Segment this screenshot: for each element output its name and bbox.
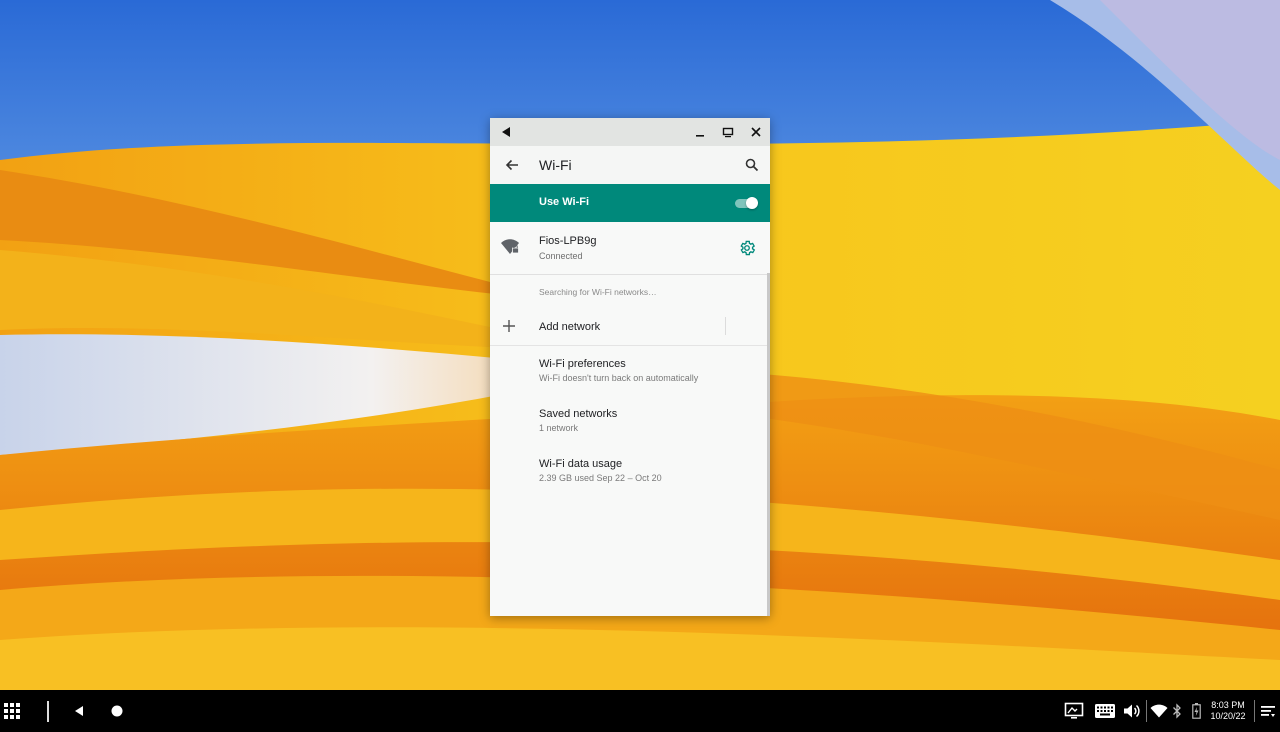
- clock[interactable]: 8:03 PM 10/20/22: [1203, 700, 1253, 722]
- app-bar: Wi-Fi: [490, 146, 770, 184]
- back-triangle-icon: [75, 706, 83, 716]
- search-icon: [745, 158, 759, 172]
- minimize-icon: [696, 135, 704, 137]
- close-icon: [751, 127, 761, 137]
- clock-time: 8:03 PM: [1211, 700, 1245, 710]
- scrollbar[interactable]: [767, 273, 770, 616]
- keyboard-icon: [1095, 704, 1115, 718]
- tray-separator: [1146, 700, 1147, 722]
- add-network-divider: [725, 317, 726, 335]
- pref-title: Saved networks: [539, 408, 618, 420]
- clock-date: 10/20/22: [1210, 711, 1246, 721]
- wifi-icon: [1150, 704, 1168, 718]
- notifications-button[interactable]: [1259, 702, 1277, 720]
- screen-icon: [1064, 702, 1084, 719]
- toggle-thumb: [746, 197, 758, 209]
- maximize-icon: [722, 127, 734, 138]
- use-wifi-switch-bar[interactable]: Use Wi-Fi: [490, 184, 770, 222]
- connected-network-item[interactable]: Fios-LPB9g Connected: [490, 222, 770, 275]
- pref-title: Wi-Fi data usage: [539, 458, 623, 470]
- wifi-list: Fios-LPB9g Connected Searching for Wi-Fi…: [490, 222, 770, 496]
- window-close-button[interactable]: [742, 118, 770, 146]
- taskbar-separator: [47, 701, 49, 722]
- volume-icon: [1124, 704, 1140, 718]
- plus-icon: [503, 320, 515, 332]
- wifi-status-button[interactable]: [1150, 701, 1168, 721]
- page-title: Wi-Fi: [539, 157, 572, 173]
- pref-title: Wi-Fi preferences: [539, 358, 626, 370]
- wifi-toggle[interactable]: [735, 196, 758, 210]
- add-network-item[interactable]: Add network: [490, 309, 770, 346]
- keyboard-button[interactable]: [1093, 701, 1117, 721]
- network-status: Connected: [539, 251, 583, 261]
- pref-subtitle: 2.39 GB used Sep 22 – Oct 20: [539, 473, 662, 483]
- wifi-lock-icon: [501, 239, 519, 254]
- battery-icon: [1191, 703, 1201, 719]
- arrow-left-icon: [505, 159, 518, 171]
- add-network-label: Add network: [539, 321, 601, 333]
- bluetooth-button[interactable]: [1171, 701, 1183, 721]
- volume-button[interactable]: [1122, 701, 1142, 721]
- window-back-button[interactable]: [492, 118, 520, 146]
- battery-button[interactable]: [1190, 701, 1202, 721]
- navigate-up-button[interactable]: [500, 153, 524, 177]
- nav-back-button[interactable]: [70, 702, 88, 720]
- search-button[interactable]: [740, 153, 764, 177]
- nav-home-button[interactable]: [108, 702, 126, 720]
- pref-subtitle: Wi-Fi doesn't turn back on automatically: [539, 373, 699, 383]
- gear-icon[interactable]: [738, 239, 756, 257]
- wifi-data-usage-item[interactable]: Wi-Fi data usage 2.39 GB used Sep 22 – O…: [490, 446, 770, 496]
- network-name: Fios-LPB9g: [539, 235, 597, 247]
- window-maximize-button[interactable]: [714, 118, 742, 146]
- tray-separator: [1254, 700, 1255, 722]
- window-minimize-button[interactable]: [686, 118, 714, 146]
- saved-networks-item[interactable]: Saved networks 1 network: [490, 396, 770, 446]
- app-launcher-icon: [4, 703, 20, 719]
- taskbar: 8:03 PM 10/20/22: [0, 690, 1280, 732]
- home-circle-icon: [111, 705, 123, 717]
- screen-button[interactable]: [1063, 701, 1085, 721]
- searching-text: Searching for Wi-Fi networks…: [539, 287, 657, 297]
- app-launcher-button[interactable]: [2, 701, 22, 721]
- searching-status: Searching for Wi-Fi networks…: [490, 275, 770, 309]
- notifications-icon: [1261, 706, 1275, 717]
- window-titlebar: [490, 118, 770, 146]
- settings-window: Wi-Fi Use Wi-Fi Fios-LPB9g Connected Sea…: [490, 118, 770, 616]
- pref-subtitle: 1 network: [539, 423, 579, 433]
- use-wifi-label: Use Wi-Fi: [539, 196, 590, 208]
- back-triangle-icon: [502, 127, 510, 137]
- wifi-preferences-item[interactable]: Wi-Fi preferences Wi-Fi doesn't turn bac…: [490, 346, 770, 396]
- bluetooth-icon: [1173, 703, 1181, 719]
